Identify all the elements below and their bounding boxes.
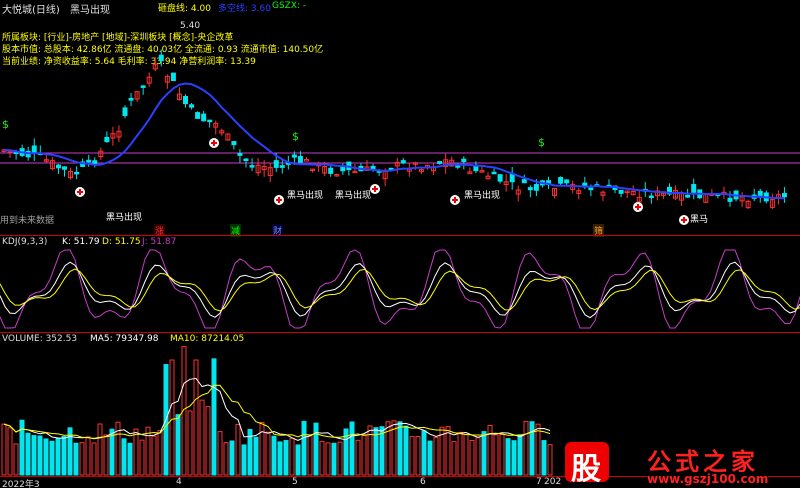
volume-bar	[31, 435, 37, 476]
volume-bar	[517, 434, 523, 476]
volume-bar	[259, 421, 265, 476]
volume-bar	[307, 434, 313, 476]
volume-bar	[7, 427, 13, 476]
volume-bar	[487, 425, 493, 476]
volume-bar	[223, 442, 229, 476]
volume-bar	[283, 440, 289, 476]
volume-bar	[169, 359, 175, 476]
volume-bar	[301, 420, 307, 476]
volume-bar	[361, 434, 367, 476]
volume-bar	[337, 441, 343, 476]
volume-bar	[289, 437, 295, 476]
volume-bar	[253, 436, 259, 476]
volume-bar	[511, 440, 517, 476]
volume-bar	[229, 440, 235, 476]
volume-bar	[505, 438, 511, 476]
volume-bar	[397, 421, 403, 476]
volume-bar	[481, 431, 487, 476]
volume-bar	[145, 426, 151, 476]
volume-bar	[217, 431, 223, 476]
volume-bar	[103, 434, 109, 476]
xaxis-label-jun: 6	[420, 477, 426, 487]
volume-bar	[535, 423, 541, 476]
volume-bar	[211, 358, 217, 476]
volume-chart[interactable]	[0, 0, 800, 488]
xaxis-label-jul: 7	[536, 477, 542, 487]
volume-bar	[55, 437, 61, 476]
volume-bar	[97, 423, 103, 476]
watermark: 股 公式之家 www.gszj100.com	[555, 440, 800, 488]
volume-bar	[313, 422, 319, 476]
volume-bar	[421, 430, 427, 476]
volume-bar	[265, 431, 271, 476]
volume-bar	[325, 442, 331, 476]
watermark-logo-char: 股	[571, 452, 601, 487]
volume-bar	[19, 419, 25, 476]
volume-bar	[61, 436, 67, 476]
volume-bar	[529, 421, 535, 476]
xaxis-label-mar: 2022年3	[2, 480, 40, 488]
volume-bar	[433, 437, 439, 476]
volume-bar	[469, 439, 475, 476]
volume-bar	[157, 430, 163, 476]
volume-bar	[79, 442, 85, 476]
volume-bar	[367, 425, 373, 476]
volume-bar	[547, 444, 553, 476]
volume-bar	[187, 410, 193, 476]
volume-bar	[499, 433, 505, 476]
volume-bar	[205, 406, 211, 476]
volume-bar	[523, 420, 529, 476]
volume-bar	[43, 438, 49, 476]
volume-bar	[541, 440, 547, 476]
volume-bar	[85, 436, 91, 476]
volume-bar	[475, 437, 481, 476]
volume-bar	[235, 424, 241, 476]
xaxis-label-apr: 4	[176, 477, 182, 487]
volume-bar	[319, 440, 325, 476]
volume-bar	[271, 435, 277, 476]
volume-bar	[415, 435, 421, 476]
watermark-logo: 股	[565, 442, 609, 487]
volume-bar	[25, 432, 31, 476]
volume-bar	[49, 440, 55, 476]
volume-bar	[139, 439, 145, 476]
volume-bar	[127, 442, 133, 476]
volume-bar	[403, 425, 409, 476]
volume-bar	[91, 442, 97, 476]
volume-bar	[445, 426, 451, 476]
volume-bar	[1, 423, 7, 476]
volume-bar	[409, 435, 415, 476]
volume-bar	[355, 439, 361, 476]
volume-bar	[151, 435, 157, 476]
volume-bar	[349, 421, 355, 476]
volume-bar	[277, 441, 283, 476]
volume-bar	[133, 428, 139, 476]
volume-bar	[295, 444, 301, 476]
volume-ma10-line	[3, 384, 551, 439]
volume-ma5-line	[3, 377, 551, 441]
volume-bar	[451, 441, 457, 476]
volume-bar	[37, 435, 43, 476]
volume-bar	[457, 431, 463, 476]
volume-bar	[385, 421, 391, 476]
volume-bar	[13, 443, 19, 476]
xaxis-label-may: 5	[292, 477, 298, 487]
volume-bar	[241, 444, 247, 476]
volume-bar	[199, 399, 205, 476]
volume-bar	[175, 414, 181, 476]
volume-bar	[73, 442, 79, 476]
volume-bar	[463, 434, 469, 476]
volume-bar	[427, 440, 433, 476]
volume-bar	[493, 434, 499, 476]
volume-bar	[193, 359, 199, 476]
volume-bar	[121, 438, 127, 476]
watermark-url: www.gszj100.com	[647, 472, 769, 486]
volume-bar	[331, 442, 337, 476]
